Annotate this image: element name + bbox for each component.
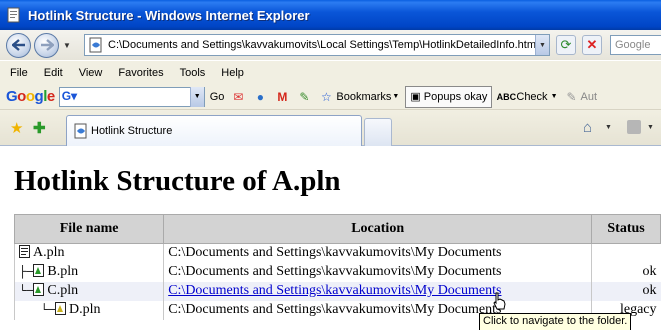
refresh-icon: ⟳ <box>560 37 572 52</box>
globe-icon[interactable]: ● <box>252 89 268 105</box>
highlight-icon[interactable]: ✎ <box>296 89 312 105</box>
home-icon[interactable]: ⌂ <box>583 119 592 136</box>
arrow-right-icon <box>40 39 54 51</box>
tree-connector: ├─ <box>19 265 34 279</box>
ie-page-icon <box>89 37 102 53</box>
location-text: C:\Documents and Settings\kavvakumovits\… <box>168 264 502 279</box>
chevron-down-icon: ▼ <box>392 93 400 100</box>
status-cell: ok <box>591 262 661 282</box>
menu-help[interactable]: Help <box>213 67 252 79</box>
spellcheck-icon[interactable]: ABC <box>497 89 517 105</box>
add-favorite-icon[interactable]: ✚ <box>33 119 46 137</box>
status-cell <box>591 243 661 263</box>
refresh-button[interactable]: ⟳ <box>556 35 576 55</box>
file-name-cell: └─ D.pln <box>13 300 164 320</box>
chevron-down-icon: ▼ <box>550 93 558 100</box>
recent-pages-dropdown[interactable]: ▼ <box>63 41 71 50</box>
location-cell: C:\Documents and Settings\kavvakumovits\… <box>163 243 592 263</box>
rss-feed-icon[interactable] <box>627 120 641 134</box>
google-search-dropdown[interactable]: ▼ <box>189 86 204 107</box>
table-row: └─ C.pln C:\Documents and Settings\kavvaku… <box>13 281 661 301</box>
tree-connector: └─ <box>19 284 34 298</box>
close-icon: ✕ <box>586 37 598 52</box>
file-name-cell: ├─ B.pln <box>13 262 164 282</box>
pagerank-icon[interactable]: ✉ <box>230 89 246 105</box>
file-name-cell: └─ C.pln <box>13 281 164 301</box>
column-header-status: Status <box>591 214 661 244</box>
stop-button[interactable]: ✕ <box>582 35 602 55</box>
popups-label: Popups okay <box>423 90 488 103</box>
popup-icon: ▣ <box>410 91 421 103</box>
file-name: B.pln <box>47 264 79 279</box>
table-row: A.pln C:\Documents and Settings\kavvakumo… <box>13 243 661 263</box>
status-cell: ok <box>591 281 661 301</box>
menu-bar: File Edit View Favorites Tools Help <box>0 60 661 84</box>
column-header-file-name: File name <box>13 214 165 244</box>
column-header-location: Location <box>163 214 593 244</box>
location-text: C:\Documents and Settings\kavvakumovits\… <box>168 245 502 261</box>
check-button[interactable]: Check <box>516 91 547 103</box>
table-header-row: File name Location Status <box>13 214 661 244</box>
google-toolbar: Google G▾ ▼ Go ✉ ● M ✎ ☆ Bookmarks ▼ ▣ P… <box>0 84 661 110</box>
gmail-icon[interactable]: M <box>274 89 290 105</box>
chevron-down-icon[interactable]: ▼ <box>605 124 612 131</box>
google-go-button[interactable]: Go <box>210 91 225 103</box>
tooltip: Click to navigate to the folder. <box>479 313 632 330</box>
menu-file[interactable]: File <box>0 67 36 79</box>
hand-cursor-icon <box>493 292 506 310</box>
table-row: ├─ B.pln C:\Documents and Settings\kavvaku… <box>13 262 661 282</box>
forward-button[interactable] <box>34 32 59 58</box>
google-search-input[interactable]: G▾ ▼ <box>58 86 205 107</box>
file-name-cell: A.pln <box>13 243 164 263</box>
hotlink-file-icon <box>33 283 47 298</box>
autofill-button[interactable]: Aut <box>581 91 598 103</box>
menu-favorites[interactable]: Favorites <box>110 67 171 79</box>
chevron-down-icon[interactable]: ▼ <box>647 124 654 131</box>
tree-connector: └─ <box>19 303 56 317</box>
window-titlebar: Hotlink Structure - Windows Internet Exp… <box>0 0 661 30</box>
page-title: Hotlink Structure of A.pln <box>14 165 341 197</box>
menu-view[interactable]: View <box>71 67 111 79</box>
tab-hotlink-structure[interactable]: Hotlink Structure <box>66 115 362 146</box>
bookmarks-button[interactable]: Bookmarks <box>336 91 391 103</box>
document-icon <box>19 245 33 260</box>
search-input[interactable]: Google <box>610 35 661 55</box>
location-cell: C:\Documents and Settings\kavvakumovits\… <box>163 262 592 282</box>
ie-page-icon <box>6 7 22 23</box>
autofill-icon[interactable]: ✎ <box>564 89 580 105</box>
page-content: Hotlink Structure of A.pln File name Loc… <box>0 147 661 330</box>
address-bar[interactable]: C:\Documents and Settings\kavvakumovits\… <box>84 34 550 56</box>
hotlink-table: File name Location Status A.pln C:\Docume… <box>13 214 661 320</box>
location-cell[interactable]: C:\Documents and Settings\kavvakumovits\… <box>163 281 592 301</box>
hotlink-file-icon <box>33 264 47 279</box>
arrow-left-icon <box>11 39 25 51</box>
tab-strip: ★ ✚ Hotlink Structure ⌂ ▼ ▼ <box>0 110 661 146</box>
google-g-icon: G▾ <box>61 88 78 103</box>
address-toolbar: ▼ C:\Documents and Settings\kavvakumovit… <box>0 30 661 60</box>
tab-label: Hotlink Structure <box>91 125 173 137</box>
address-url[interactable]: C:\Documents and Settings\kavvakumovits\… <box>108 39 535 51</box>
location-link[interactable]: C:\Documents and Settings\kavvakumovits\… <box>168 283 501 298</box>
ie-page-icon <box>74 123 87 139</box>
file-name: C.pln <box>47 283 79 298</box>
address-dropdown[interactable]: ▼ <box>535 35 549 55</box>
popup-blocker-button[interactable]: ▣ Popups okay <box>405 85 493 108</box>
star-icon[interactable]: ☆ <box>318 89 334 105</box>
google-logo[interactable]: Google <box>6 88 55 105</box>
window-title: Hotlink Structure - Windows Internet Exp… <box>28 7 310 23</box>
location-text: C:\Documents and Settings\kavvakumovits\… <box>168 302 502 317</box>
file-name: D.pln <box>69 302 101 317</box>
menu-tools[interactable]: Tools <box>172 67 214 79</box>
file-name: A.pln <box>33 245 65 261</box>
menu-edit[interactable]: Edit <box>36 67 71 79</box>
new-tab-button[interactable] <box>364 118 392 146</box>
back-button[interactable] <box>6 32 31 58</box>
legacy-file-icon <box>55 302 69 317</box>
favorites-star-icon[interactable]: ★ <box>10 119 23 137</box>
